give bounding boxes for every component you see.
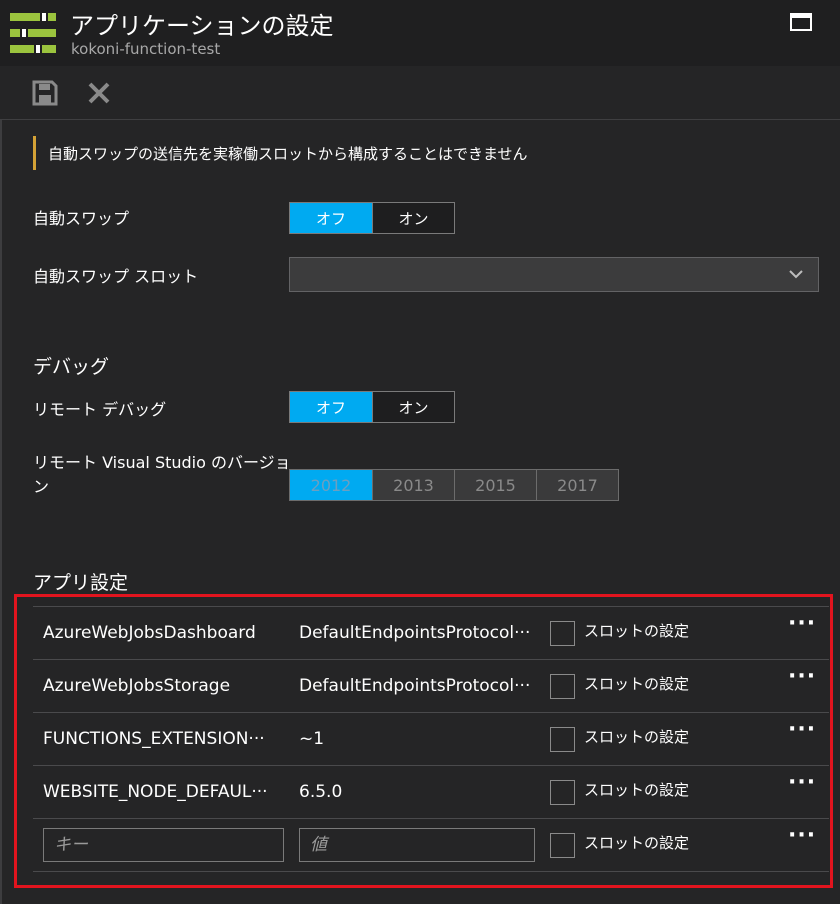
discard-button[interactable]	[85, 79, 113, 107]
auto-swap-off-option[interactable]: オフ	[290, 203, 372, 233]
auto-swap-slot-label: 自動スワップ スロット	[33, 267, 199, 286]
blade-subtitle: kokoni-function-test	[71, 40, 221, 58]
maximize-icon[interactable]	[790, 13, 812, 31]
auto-swap-on-option[interactable]: オン	[372, 203, 454, 233]
blade-divider	[0, 120, 2, 904]
command-bar	[0, 66, 840, 120]
debug-section-title: デバッグ	[33, 356, 110, 378]
app-settings-icon	[10, 11, 56, 55]
remote-debug-label: リモート デバッグ	[33, 400, 167, 419]
auto-swap-label: 自動スワップ	[33, 209, 130, 228]
slot-setting-label: スロットの設定	[584, 781, 690, 799]
vs-version-label-wrap: ン	[33, 477, 50, 496]
chevron-down-icon	[789, 270, 803, 279]
app-setting-row: WEBSITE_NODE_DEFAUL··· 6.5.0 スロットの設定 ···	[33, 766, 829, 819]
app-setting-row: FUNCTIONS_EXTENSION··· ~1 スロットの設定 ···	[33, 713, 829, 766]
version-option: 2017	[536, 470, 618, 500]
notice-text: 自動スワップの送信先を実稼働スロットから構成することはできません	[48, 145, 528, 163]
remote-debug-on-option[interactable]: オン	[372, 392, 454, 422]
vs-version-selector: 2012 2013 2015 2017	[289, 469, 619, 501]
setting-value[interactable]: DefaultEndpointsProtocol···	[299, 623, 539, 643]
notice-accent-bar	[33, 136, 36, 170]
new-key-input[interactable]	[43, 828, 284, 862]
blade-title: アプリケーションの設定	[70, 12, 334, 40]
save-button[interactable]	[31, 79, 59, 107]
more-options-icon[interactable]: ···	[788, 664, 816, 689]
setting-key[interactable]: AzureWebJobsStorage	[43, 676, 278, 696]
more-options-icon[interactable]: ···	[788, 823, 816, 848]
auto-swap-toggle: オフ オン	[289, 202, 455, 234]
app-setting-row: AzureWebJobsStorage DefaultEndpointsProt…	[33, 660, 829, 713]
blade-header: アプリケーションの設定 kokoni-function-test	[0, 0, 840, 66]
slot-setting-label: スロットの設定	[584, 728, 690, 746]
more-options-icon[interactable]: ···	[788, 611, 816, 636]
setting-value[interactable]: ~1	[299, 729, 539, 749]
slot-setting-label: スロットの設定	[584, 622, 690, 640]
slot-setting-checkbox[interactable]	[550, 780, 575, 805]
new-value-input[interactable]	[299, 828, 535, 862]
save-icon	[32, 80, 58, 106]
slot-setting-checkbox[interactable]	[550, 833, 575, 858]
vs-version-label: リモート Visual Studio のバージョ	[33, 453, 291, 472]
app-settings-section-title: アプリ設定	[33, 572, 129, 594]
remote-debug-toggle: オフ オン	[289, 391, 455, 423]
auto-swap-slot-dropdown[interactable]	[289, 257, 819, 292]
slot-setting-label: スロットの設定	[584, 834, 690, 852]
app-setting-row: AzureWebJobsDashboard DefaultEndpointsPr…	[33, 607, 829, 660]
new-setting-row: スロットの設定 ···	[33, 819, 829, 872]
remote-debug-off-option[interactable]: オフ	[290, 392, 372, 422]
version-option: 2013	[372, 470, 454, 500]
close-icon	[88, 82, 110, 104]
version-option: 2012	[290, 470, 372, 500]
version-option: 2015	[454, 470, 536, 500]
more-options-icon[interactable]: ···	[788, 770, 816, 795]
slot-setting-checkbox[interactable]	[550, 621, 575, 646]
setting-value[interactable]: 6.5.0	[299, 782, 539, 802]
slot-setting-label: スロットの設定	[584, 675, 690, 693]
slot-setting-checkbox[interactable]	[550, 674, 575, 699]
setting-key[interactable]: WEBSITE_NODE_DEFAUL···	[43, 782, 278, 802]
setting-key[interactable]: AzureWebJobsDashboard	[43, 623, 278, 643]
setting-key[interactable]: FUNCTIONS_EXTENSION···	[43, 729, 278, 749]
setting-value[interactable]: DefaultEndpointsProtocol···	[299, 676, 539, 696]
more-options-icon[interactable]: ···	[788, 717, 816, 742]
slot-setting-checkbox[interactable]	[550, 727, 575, 752]
